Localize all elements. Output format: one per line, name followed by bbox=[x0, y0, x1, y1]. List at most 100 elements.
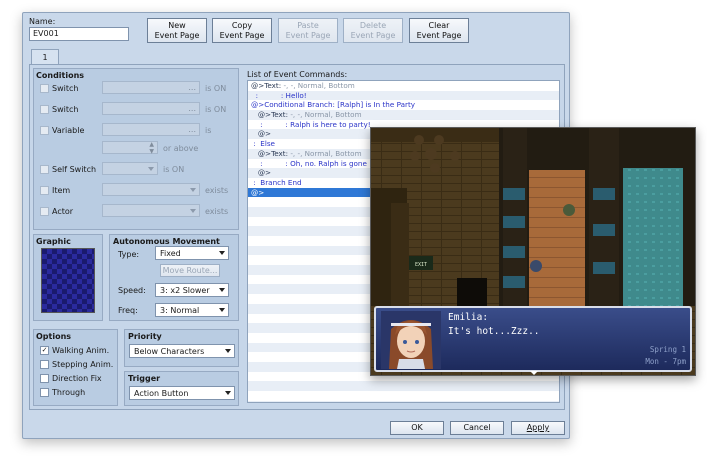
item-suffix: exists bbox=[205, 186, 229, 195]
variable-suffix: is bbox=[205, 126, 212, 135]
variable-field[interactable]: ... bbox=[102, 123, 200, 136]
command-row[interactable]: : : Hello! bbox=[248, 90, 559, 101]
self-switch-label: Self Switch bbox=[52, 165, 97, 174]
dots-icon: ... bbox=[188, 125, 196, 134]
freq-label: Freq: bbox=[118, 306, 138, 315]
actor-suffix: exists bbox=[205, 207, 229, 216]
freq-select[interactable]: 3: Normal bbox=[155, 303, 229, 317]
item-label: Item bbox=[52, 186, 71, 195]
stepping-anim-checkbox[interactable] bbox=[40, 360, 49, 369]
direction-fix-label: Direction Fix bbox=[52, 374, 102, 383]
through-checkbox[interactable] bbox=[40, 388, 49, 397]
command-params: -, -, Normal, Bottom bbox=[290, 148, 362, 158]
self-switch-select[interactable] bbox=[102, 162, 158, 175]
item-checkbox[interactable] bbox=[40, 186, 49, 195]
type-label: Type: bbox=[118, 250, 140, 259]
switch2-label: Switch bbox=[52, 105, 79, 114]
variable-value-stepper[interactable]: ▲ ▼ bbox=[102, 141, 158, 155]
season-readout: Spring 1 bbox=[649, 345, 686, 354]
command-row[interactable]: @>Text: -, -, Normal, Bottom bbox=[248, 110, 559, 120]
empty-command-row[interactable] bbox=[248, 381, 559, 391]
switch1-field[interactable]: ... bbox=[102, 81, 200, 94]
graphic-preview[interactable] bbox=[41, 248, 95, 313]
conditions-title: Conditions bbox=[36, 71, 85, 80]
copy-event-page-button[interactable]: Copy Event Page bbox=[212, 18, 272, 43]
speed-select[interactable]: 3: x2 Slower bbox=[155, 283, 229, 297]
chevron-down-icon bbox=[219, 288, 225, 292]
command-list-title: List of Event Commands: bbox=[247, 70, 348, 79]
movement-type-value: Fixed bbox=[160, 249, 181, 258]
command-text: @>Text: bbox=[251, 81, 284, 90]
item-select[interactable] bbox=[102, 183, 200, 196]
graphic-title: Graphic bbox=[36, 237, 71, 246]
clear-event-page-button[interactable]: Clear Event Page bbox=[409, 18, 469, 43]
chevron-down-icon bbox=[225, 391, 231, 395]
command-row[interactable]: @>Text: -, -, Normal, Bottom bbox=[248, 81, 559, 91]
dots-icon: ... bbox=[188, 83, 196, 92]
walking-anim-label: Walking Anim. bbox=[52, 346, 110, 355]
cancel-button[interactable]: Cancel bbox=[450, 421, 504, 435]
spinner-arrows-icon: ▲ ▼ bbox=[149, 141, 154, 155]
options-title: Options bbox=[36, 332, 72, 341]
stepping-anim-label: Stepping Anim. bbox=[52, 360, 114, 369]
command-text: @> bbox=[251, 129, 272, 139]
continue-arrow-icon bbox=[530, 371, 538, 375]
new-event-page-button[interactable]: New Event Page bbox=[147, 18, 207, 43]
command-text: @>Text: bbox=[251, 148, 291, 158]
switch1-checkbox[interactable] bbox=[40, 84, 49, 93]
priority-select[interactable]: Below Characters bbox=[129, 344, 235, 358]
variable-label: Variable bbox=[52, 126, 85, 135]
event-name-field[interactable]: EV001 bbox=[29, 27, 129, 41]
apply-button[interactable]: Apply bbox=[511, 421, 565, 435]
switch1-suffix: is ON bbox=[205, 84, 227, 93]
command-text: : : Ralph is here to party! bbox=[251, 119, 371, 129]
speed-label: Speed: bbox=[118, 286, 146, 295]
check-icon: ✓ bbox=[41, 346, 48, 354]
command-params: -, -, Normal, Bottom bbox=[283, 81, 355, 90]
trigger-title: Trigger bbox=[128, 374, 161, 383]
freq-value: 3: Normal bbox=[160, 306, 200, 315]
actor-label: Actor bbox=[52, 207, 74, 216]
tab-page-1[interactable]: 1 bbox=[31, 49, 59, 65]
command-text: @> bbox=[251, 168, 272, 178]
chevron-down-icon bbox=[219, 251, 225, 255]
actor-select[interactable] bbox=[102, 204, 200, 217]
walking-anim-checkbox[interactable]: ✓ bbox=[40, 346, 49, 355]
chevron-down-icon bbox=[190, 188, 196, 192]
command-text: : Else bbox=[251, 139, 275, 149]
switch2-field[interactable]: ... bbox=[102, 102, 200, 115]
direction-fix-checkbox[interactable] bbox=[40, 374, 49, 383]
command-params: -, -, Normal, Bottom bbox=[290, 110, 362, 120]
trigger-select[interactable]: Action Button bbox=[129, 386, 235, 400]
name-label: Name: bbox=[29, 17, 56, 26]
command-text: : : Hello! bbox=[251, 90, 307, 100]
chevron-down-icon bbox=[225, 349, 231, 353]
empty-command-row[interactable] bbox=[248, 400, 559, 402]
priority-title: Priority bbox=[128, 332, 162, 341]
delete-event-page-button[interactable]: Delete Event Page bbox=[343, 18, 403, 43]
switch1-label: Switch bbox=[52, 84, 79, 93]
exit-sign: EXIT bbox=[415, 262, 427, 268]
self-switch-suffix: is ON bbox=[163, 165, 185, 174]
empty-command-row[interactable] bbox=[248, 391, 559, 401]
command-row[interactable]: @>Conditional Branch: [Ralph] is In the … bbox=[248, 100, 559, 110]
switch2-checkbox[interactable] bbox=[40, 105, 49, 114]
through-label: Through bbox=[52, 388, 86, 397]
paste-event-page-button[interactable]: Paste Event Page bbox=[278, 18, 338, 43]
self-switch-checkbox[interactable] bbox=[40, 165, 49, 174]
game-preview-window: EXIT Emilia: It's hot...Zzz.. Spring 1 M… bbox=[370, 127, 696, 376]
ok-button[interactable]: OK bbox=[390, 421, 444, 435]
command-text: : Branch End bbox=[251, 177, 302, 187]
command-text: @>Text: bbox=[251, 110, 291, 120]
dots-icon: ... bbox=[188, 104, 196, 113]
switch2-suffix: is ON bbox=[205, 105, 227, 114]
trigger-value: Action Button bbox=[134, 389, 189, 398]
movement-type-select[interactable]: Fixed bbox=[155, 246, 229, 260]
variable-checkbox[interactable] bbox=[40, 126, 49, 135]
move-route-button[interactable]: Move Route... bbox=[160, 264, 220, 277]
variable-or-above: or above bbox=[163, 144, 199, 153]
chevron-down-icon bbox=[190, 209, 196, 213]
time-readout: Mon - 7pm bbox=[645, 357, 686, 366]
actor-checkbox[interactable] bbox=[40, 207, 49, 216]
chevron-down-icon bbox=[219, 308, 225, 312]
